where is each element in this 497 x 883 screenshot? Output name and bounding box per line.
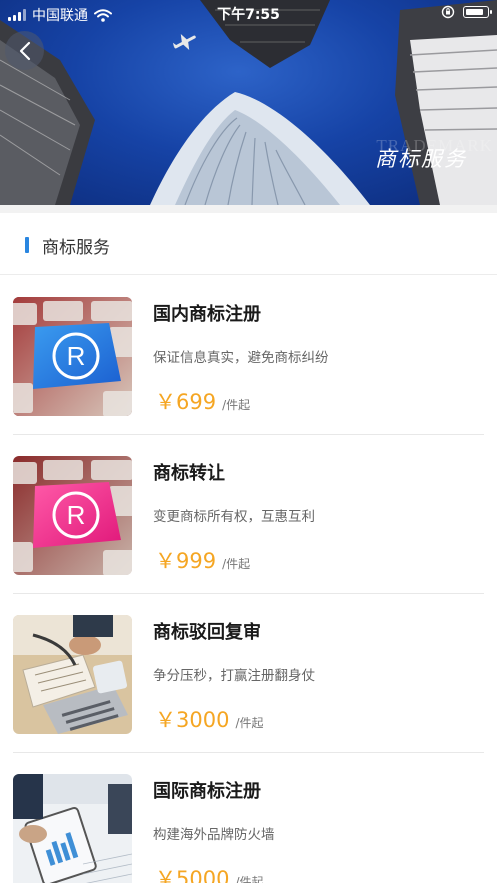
registered-keyboard-blue-image: R (13, 297, 132, 416)
service-item-transfer[interactable]: R 商标转让 变更商标所有权，互惠互利 ￥999 /件起 (0, 435, 497, 594)
tablet-chart-photo-image (13, 774, 132, 883)
hero-banner: TRADEMARK 商标服务 中国联通 下午7:55 (0, 0, 497, 205)
service-list: R 国内商标注册 保证信息真实，避免商标纠纷 ￥699 /件起 R 商标转让 变… (0, 276, 497, 883)
orientation-lock-icon (441, 5, 455, 19)
hero-caption: 商标服务 (375, 147, 467, 171)
service-description: 构建海外品牌防火墙 (153, 827, 275, 843)
price-row: ￥999 /件起 (155, 545, 250, 575)
price-row: ￥699 /件起 (155, 386, 250, 416)
service-description: 争分压秒，打赢注册翻身仗 (153, 668, 315, 684)
service-name: 商标驳回复审 (153, 622, 261, 643)
section-title: 商标服务 (42, 238, 110, 258)
svg-text:R: R (67, 500, 86, 530)
price-unit: /件起 (222, 398, 251, 412)
service-name: 国内商标注册 (153, 304, 261, 325)
section-accent-bar (25, 237, 29, 253)
service-item-domestic-registration[interactable]: R 国内商标注册 保证信息真实，避免商标纠纷 ￥699 /件起 (0, 276, 497, 435)
price-row: ￥3000 /件起 (155, 704, 264, 734)
price-unit: /件起 (235, 716, 264, 730)
back-button[interactable] (5, 31, 44, 70)
price-unit: /件起 (222, 557, 251, 571)
service-price: ￥5000 (155, 867, 230, 883)
service-description: 变更商标所有权，互惠互利 (153, 509, 315, 525)
status-bar: 中国联通 下午7:55 (0, 0, 497, 26)
status-time: 下午7:55 (217, 7, 280, 23)
battery-icon (463, 6, 492, 18)
service-name: 商标转让 (153, 463, 225, 484)
section-spacer (0, 205, 497, 213)
service-name: 国际商标注册 (153, 781, 261, 802)
price-row: ￥5000 /件起 (155, 863, 264, 883)
chevron-left-icon (19, 41, 30, 60)
laptop-writing-photo-image (13, 615, 132, 734)
service-item-rejection-review[interactable]: 商标驳回复审 争分压秒，打赢注册翻身仗 ￥3000 /件起 (0, 594, 497, 753)
service-price: ￥3000 (155, 708, 230, 732)
price-unit: /件起 (235, 875, 264, 883)
service-item-international-registration[interactable]: 国际商标注册 构建海外品牌防火墙 ￥5000 /件起 (0, 753, 497, 883)
registered-keyboard-pink-image: R (13, 456, 132, 575)
service-description: 保证信息真实，避免商标纠纷 (153, 350, 329, 366)
section-header: 商标服务 (0, 213, 497, 275)
svg-text:R: R (67, 341, 86, 371)
service-price: ￥699 (155, 390, 217, 414)
service-price: ￥999 (155, 549, 217, 573)
skyscraper-image (0, 0, 497, 205)
